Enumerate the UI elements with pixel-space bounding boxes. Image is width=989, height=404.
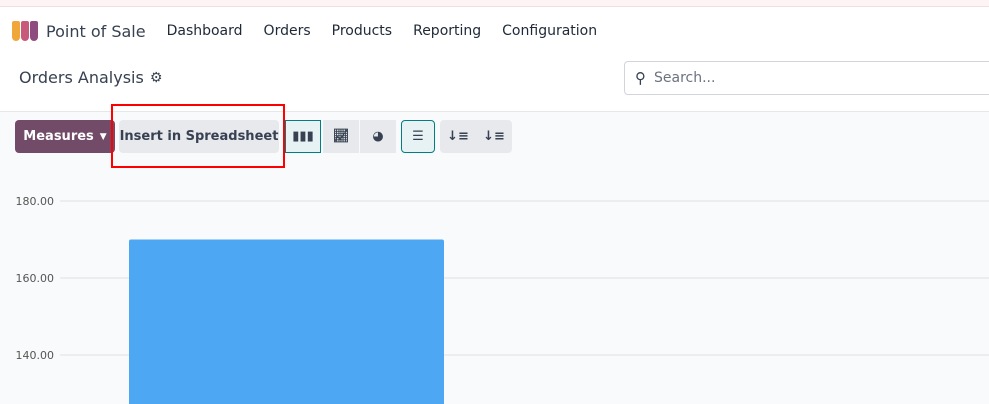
pie-chart-icon[interactable]: ◕ (360, 120, 396, 153)
app-name[interactable]: Point of Sale (46, 22, 146, 41)
highlight-box (111, 104, 285, 168)
menu-dashboard[interactable]: Dashboard (167, 23, 243, 39)
menu-products[interactable]: Products (332, 23, 392, 39)
line-chart-icon[interactable]: 📈︎ (323, 120, 359, 153)
search-input[interactable]: ⚲ Search... (624, 61, 989, 95)
gear-icon[interactable]: ⚙ (150, 70, 163, 86)
menu-configuration[interactable]: Configuration (502, 23, 597, 39)
bar-chart: 180.00 160.00 140.00 (16, 195, 989, 404)
y-tick-label: 180.00 (16, 195, 55, 208)
pos-logo-icon[interactable] (12, 21, 38, 41)
sort-descending-icon[interactable]: ↓≡ (440, 120, 476, 153)
measures-label: Measures (23, 129, 94, 144)
search-icon: ⚲ (635, 69, 646, 87)
page-title-group: Orders Analysis ⚙ (19, 68, 162, 87)
bar-chart-icon[interactable]: ▮▮▮ (285, 120, 321, 153)
caret-down-icon: ▼ (99, 131, 107, 142)
search-placeholder: Search... (654, 70, 716, 86)
menu-reporting[interactable]: Reporting (413, 23, 481, 39)
bar[interactable] (129, 239, 444, 404)
measures-button[interactable]: Measures ▼ (15, 120, 115, 153)
menu-orders[interactable]: Orders (264, 23, 311, 39)
sort-ascending-icon[interactable]: ↓≡ (476, 120, 512, 153)
top-nav: Point of Sale Dashboard Orders Products … (0, 8, 989, 54)
stacked-icon[interactable]: ☰ (401, 120, 435, 153)
y-tick-label: 160.00 (16, 272, 55, 285)
top-strip (0, 0, 989, 7)
page-title: Orders Analysis (19, 68, 144, 87)
y-tick-label: 140.00 (16, 349, 55, 362)
